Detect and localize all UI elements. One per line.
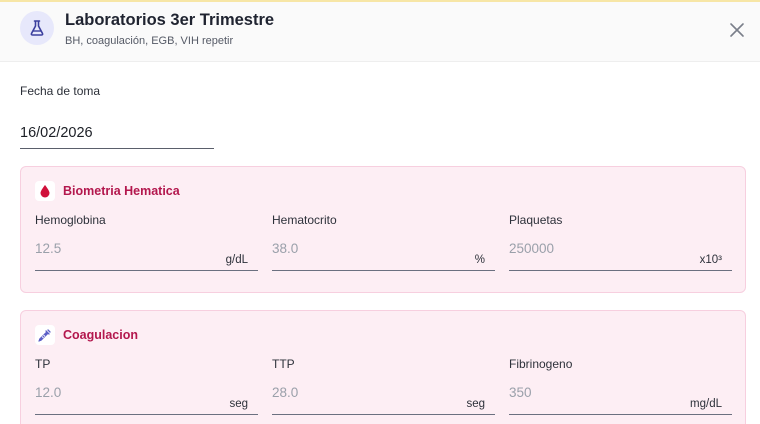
unit-label: % [474, 254, 485, 266]
field-label: Fibrinogeno [509, 357, 573, 371]
section-header: Coagulacion [35, 325, 138, 345]
section-biometria-hematica: Biometria Hematica Hemoglobina g/dL Hema… [20, 166, 746, 293]
plaquetas-input[interactable] [509, 241, 659, 256]
hematocrito-input[interactable] [272, 241, 422, 256]
blood-drop-icon [35, 181, 55, 201]
input-container: seg [272, 381, 495, 415]
section-title: Coagulacion [63, 328, 139, 342]
field-label: Hemoglobina [35, 213, 106, 227]
input-container: % [272, 237, 495, 271]
unit-label: mg/dL [690, 398, 722, 410]
close-icon [730, 23, 744, 37]
section-header: Biometria Hematica [35, 181, 180, 201]
input-container: g/dL [35, 237, 258, 271]
field-label: Hematocrito [272, 213, 337, 227]
hemoglobina-input[interactable] [35, 241, 185, 256]
input-container: mg/dL [509, 381, 732, 415]
field-label: TP [35, 357, 51, 371]
dialog-title: Laboratorios 3er Trimestre [65, 11, 275, 29]
section-title: Biometria Hematica [63, 184, 180, 198]
input-container: x10³ [509, 237, 732, 271]
unit-label: x10³ [699, 254, 722, 266]
dialog-subtitle: BH, coagulación, EGB, VIH repetir [65, 35, 234, 47]
date-input[interactable] [20, 116, 214, 149]
close-button[interactable] [725, 18, 749, 42]
field-label: TTP [272, 357, 295, 371]
unit-label: g/dL [225, 254, 248, 266]
field-label: Plaquetas [509, 213, 563, 227]
unit-label: seg [229, 398, 248, 410]
flask-icon [20, 11, 54, 45]
fibrinogeno-input[interactable] [509, 385, 659, 400]
unit-label: seg [466, 398, 485, 410]
date-label: Fecha de toma [20, 84, 101, 98]
ttp-input[interactable] [272, 385, 422, 400]
syringe-icon [35, 325, 55, 345]
section-coagulacion: Coagulacion TP seg TTP seg Fibrinogeno m… [20, 310, 746, 424]
input-container: seg [35, 381, 258, 415]
tp-input[interactable] [35, 385, 185, 400]
dialog-header: Laboratorios 3er Trimestre BH, coagulaci… [0, 2, 760, 62]
